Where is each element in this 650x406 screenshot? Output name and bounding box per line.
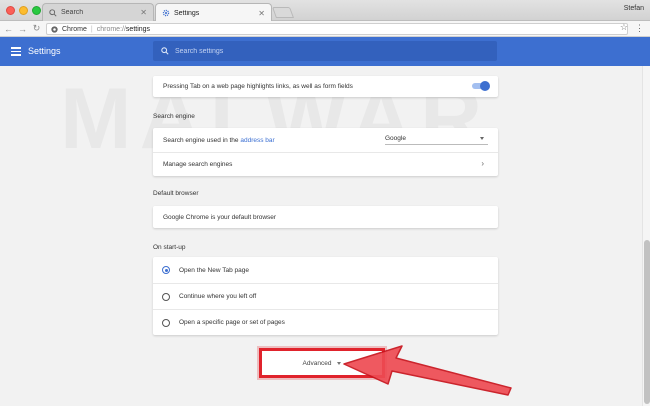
forward-arrow-icon[interactable]: → [17,23,28,34]
chrome-icon [51,25,58,33]
tab-label: Settings [174,9,200,17]
default-browser-card: Google Chrome is your default browser [153,206,498,228]
startup-option-new-tab[interactable]: Open the New Tab page [153,257,498,283]
radio-button-checked[interactable] [162,266,170,274]
default-browser-row: Google Chrome is your default browser [153,206,498,228]
search-engine-select[interactable]: Google [385,133,488,145]
close-tab-icon[interactable]: ✕ [258,9,265,18]
accessibility-card: Pressing Tab on a web page highlights li… [153,76,498,97]
chevron-down-icon [480,137,484,140]
omnibox-url-path: settings [125,25,151,33]
profile-name[interactable]: Stefan [624,5,644,12]
browser-toolbar: ← → ↻ Chrome | chrome://settings ☆ ⋮ [0,21,650,37]
search-engine-section-title: Search engine [153,113,195,120]
startup-option-continue[interactable]: Continue where you left off [153,283,498,309]
on-startup-card: Open the New Tab page Continue where you… [153,257,498,335]
search-icon [49,8,57,17]
startup-option-specific-pages[interactable]: Open a specific page or set of pages [153,309,498,335]
close-tab-icon[interactable]: ✕ [140,8,147,17]
new-tab-button[interactable] [271,7,295,18]
maximize-window-button[interactable] [32,6,41,15]
radio-button[interactable] [162,318,170,327]
search-engine-label-prefix: Search engine used in the [163,136,239,144]
on-startup-section-title: On start-up [153,244,186,251]
address-bar-link[interactable]: address bar [240,137,274,144]
tab-search[interactable]: Search ✕ [42,3,154,21]
search-icon [161,47,169,55]
tab-settings[interactable]: Settings ✕ [155,3,272,22]
settings-search-box[interactable] [153,41,497,61]
close-window-button[interactable] [6,6,15,15]
omnibox-url-prefix: chrome:// [96,25,126,33]
bookmark-star-icon[interactable]: ☆ [620,22,628,33]
gear-icon [162,9,170,17]
address-bar[interactable]: Chrome | chrome://settings [46,23,628,35]
scrollbar-thumb[interactable] [644,240,650,404]
omnibox-scheme: Chrome [62,25,87,33]
page-title: Settings [28,46,61,56]
page-scrollbar[interactable] [642,66,650,406]
search-engine-row: Search engine used in the address bar Go… [153,128,498,152]
manage-search-engines-row[interactable]: Manage search engines › [153,152,498,176]
default-browser-status: Google Chrome is your default browser [163,213,277,221]
search-input[interactable] [175,47,475,55]
toggle-knob [480,81,490,91]
tab-highlight-toggle[interactable] [472,81,490,91]
minimize-window-button[interactable] [19,6,28,15]
manage-search-engines-label: Manage search engines [163,161,233,168]
default-browser-section-title: Default browser [153,190,199,197]
advanced-label: Advanced [302,359,332,367]
browser-titlebar: Search ✕ Settings ✕ Stefan [0,0,650,22]
tab-highlight-label: Pressing Tab on a web page highlights li… [163,83,353,90]
radio-button[interactable] [162,292,170,301]
chevron-right-icon: › [481,159,484,168]
browser-menu-icon[interactable]: ⋮ [635,23,644,34]
omnibox-separator: | [90,25,93,33]
reload-icon[interactable]: ↻ [31,23,42,34]
startup-option-label: Open a specific page or set of pages [179,319,285,326]
advanced-button[interactable]: Advanced [259,348,385,378]
back-arrow-icon[interactable]: ← [3,23,14,34]
tab-label: Search [61,9,84,16]
startup-option-label: Continue where you left off [179,293,257,300]
search-engine-selected: Google [385,135,406,142]
tab-highlight-row[interactable]: Pressing Tab on a web page highlights li… [153,76,498,97]
chevron-down-icon [337,361,342,365]
startup-option-label: Open the New Tab page [179,266,249,274]
hamburger-menu-icon[interactable] [11,47,21,56]
search-engine-card: Search engine used in the address bar Go… [153,128,498,176]
